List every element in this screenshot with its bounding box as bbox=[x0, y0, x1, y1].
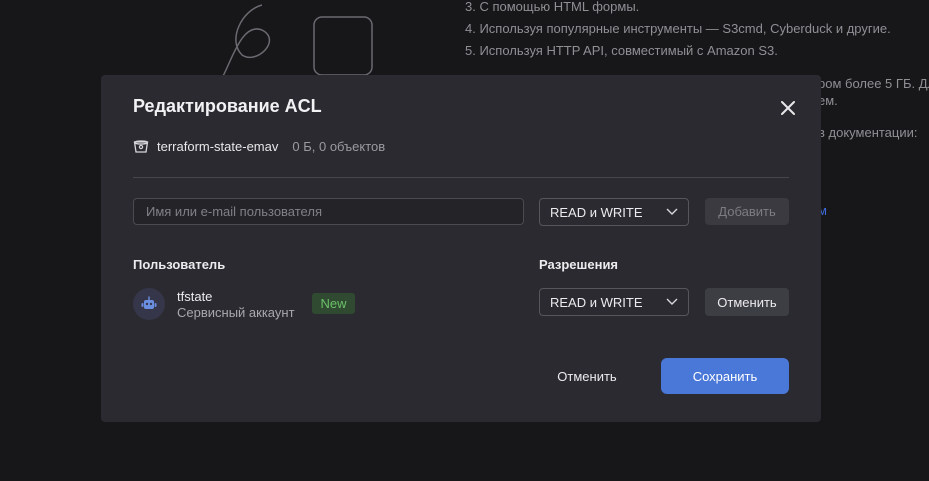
close-button[interactable] bbox=[777, 97, 799, 119]
user-name: tfstate bbox=[177, 289, 213, 304]
chevron-down-icon bbox=[666, 208, 678, 215]
background-text: в документации: bbox=[818, 125, 918, 140]
dialog-title: Редактирование ACL bbox=[133, 96, 322, 116]
user-type: Сервисный аккаунт bbox=[177, 305, 295, 320]
background-list-item: 5. Используя HTTP API, совместимый с Ama… bbox=[465, 43, 778, 58]
new-badge: New bbox=[312, 293, 355, 314]
background-text: ром более 5 ГБ. Дл bbox=[818, 76, 929, 91]
column-header-permissions: Разрешения bbox=[539, 257, 619, 272]
bucket-size: 0 Б, 0 объектов bbox=[292, 139, 386, 154]
column-header-user: Пользователь bbox=[133, 257, 226, 272]
background-list-item: 3. С помощью HTML формы. bbox=[465, 0, 640, 14]
background-instructions-list: 3. С помощью HTML формы. 4. Используя по… bbox=[465, 0, 891, 62]
save-button[interactable]: Сохранить bbox=[661, 358, 789, 394]
divider bbox=[133, 177, 789, 178]
close-icon bbox=[781, 101, 795, 115]
new-permission-select[interactable]: READ и WRITE bbox=[539, 198, 689, 226]
background-illustration bbox=[222, 4, 373, 79]
permission-select[interactable]: READ и WRITE bbox=[539, 288, 689, 316]
robot-icon bbox=[141, 296, 157, 309]
user-search-input[interactable] bbox=[133, 198, 524, 225]
permission-value: READ и WRITE bbox=[550, 294, 643, 310]
bucket-name: terraform-state-emav bbox=[157, 139, 279, 154]
bucket-icon bbox=[133, 139, 149, 153]
add-button[interactable]: Добавить bbox=[705, 198, 789, 225]
chevron-down-icon bbox=[666, 298, 678, 305]
cancel-button[interactable]: Отменить bbox=[541, 358, 633, 394]
avatar bbox=[133, 288, 165, 320]
new-permission-value: READ и WRITE bbox=[550, 204, 643, 220]
edit-acl-dialog: Редактирование ACL terraform-state-emav … bbox=[101, 75, 821, 422]
background-list-item: 4. Используя популярные инструменты — S3… bbox=[465, 21, 891, 36]
revoke-button[interactable]: Отменить bbox=[705, 288, 789, 316]
bucket-info: terraform-state-emav 0 Б, 0 объектов bbox=[133, 139, 385, 154]
